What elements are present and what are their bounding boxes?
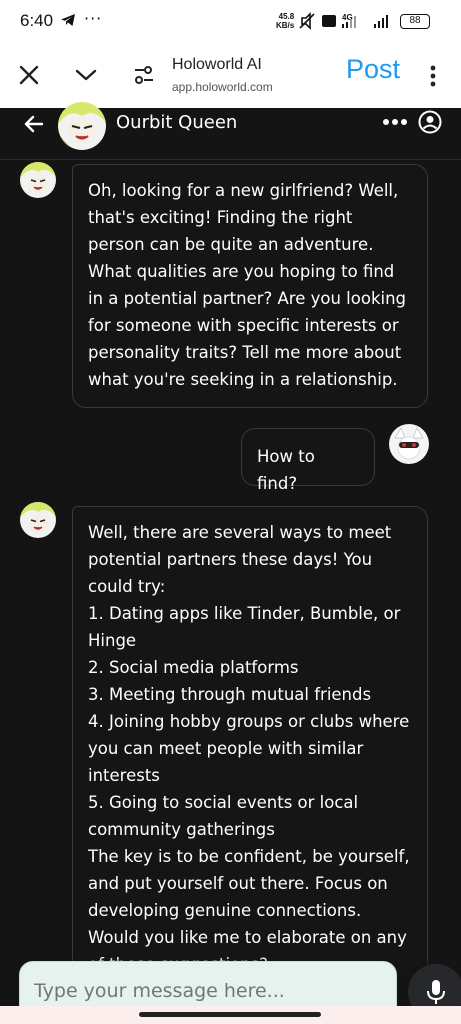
user-avatar[interactable] [389,424,429,464]
home-gesture-bar[interactable] [139,1012,321,1017]
bot-avatar[interactable] [20,502,56,538]
system-nav-bar [0,1006,461,1024]
character-avatar-image [58,102,106,150]
browser-toolbar: Holoworld AI app.holoworld.com Post [0,42,461,108]
network-speed: 45.8 KB/s [276,12,295,30]
message-input[interactable] [34,980,374,1002]
site-settings-icon[interactable] [134,64,154,86]
close-icon[interactable] [18,64,40,86]
profile-icon[interactable] [418,110,442,134]
page-title: Holoworld AI [172,56,262,73]
chat-header: Ourbit Queen [0,102,461,160]
bot-avatar[interactable] [20,162,56,198]
status-time: 6:40 [20,11,54,30]
avatar[interactable] [58,102,106,150]
user-message-bubble: How to find? [241,428,375,493]
volte-icon [322,15,336,27]
post-button[interactable]: Post [346,54,400,85]
chevron-down-icon[interactable] [74,66,98,84]
page-url: app.holoworld.com [172,80,273,94]
microphone-icon [427,980,445,1004]
character-avatar-image [20,502,56,538]
signal-icon-2 [374,15,388,28]
chat-character-name: Ourbit Queen [116,112,238,133]
silent-icon [299,12,315,30]
user-avatar-image [389,424,429,464]
bot-message-bubble: Well, there are several ways to meet pot… [72,506,428,976]
more-horizontal-icon[interactable] [382,118,408,126]
signal-icons: 4G [299,12,388,30]
telegram-icon [61,14,75,26]
bot-message-bubble: Oh, looking for a new girlfriend? Well, … [72,164,428,408]
more-notifications-icon: ··· [84,9,103,28]
more-vertical-icon[interactable] [428,64,438,88]
battery-icon: 88 [400,14,430,29]
character-avatar-image [20,162,56,198]
status-bar: 6:40 ··· 45.8 KB/s 4G 88 [0,0,461,42]
back-arrow-icon[interactable] [22,112,46,136]
